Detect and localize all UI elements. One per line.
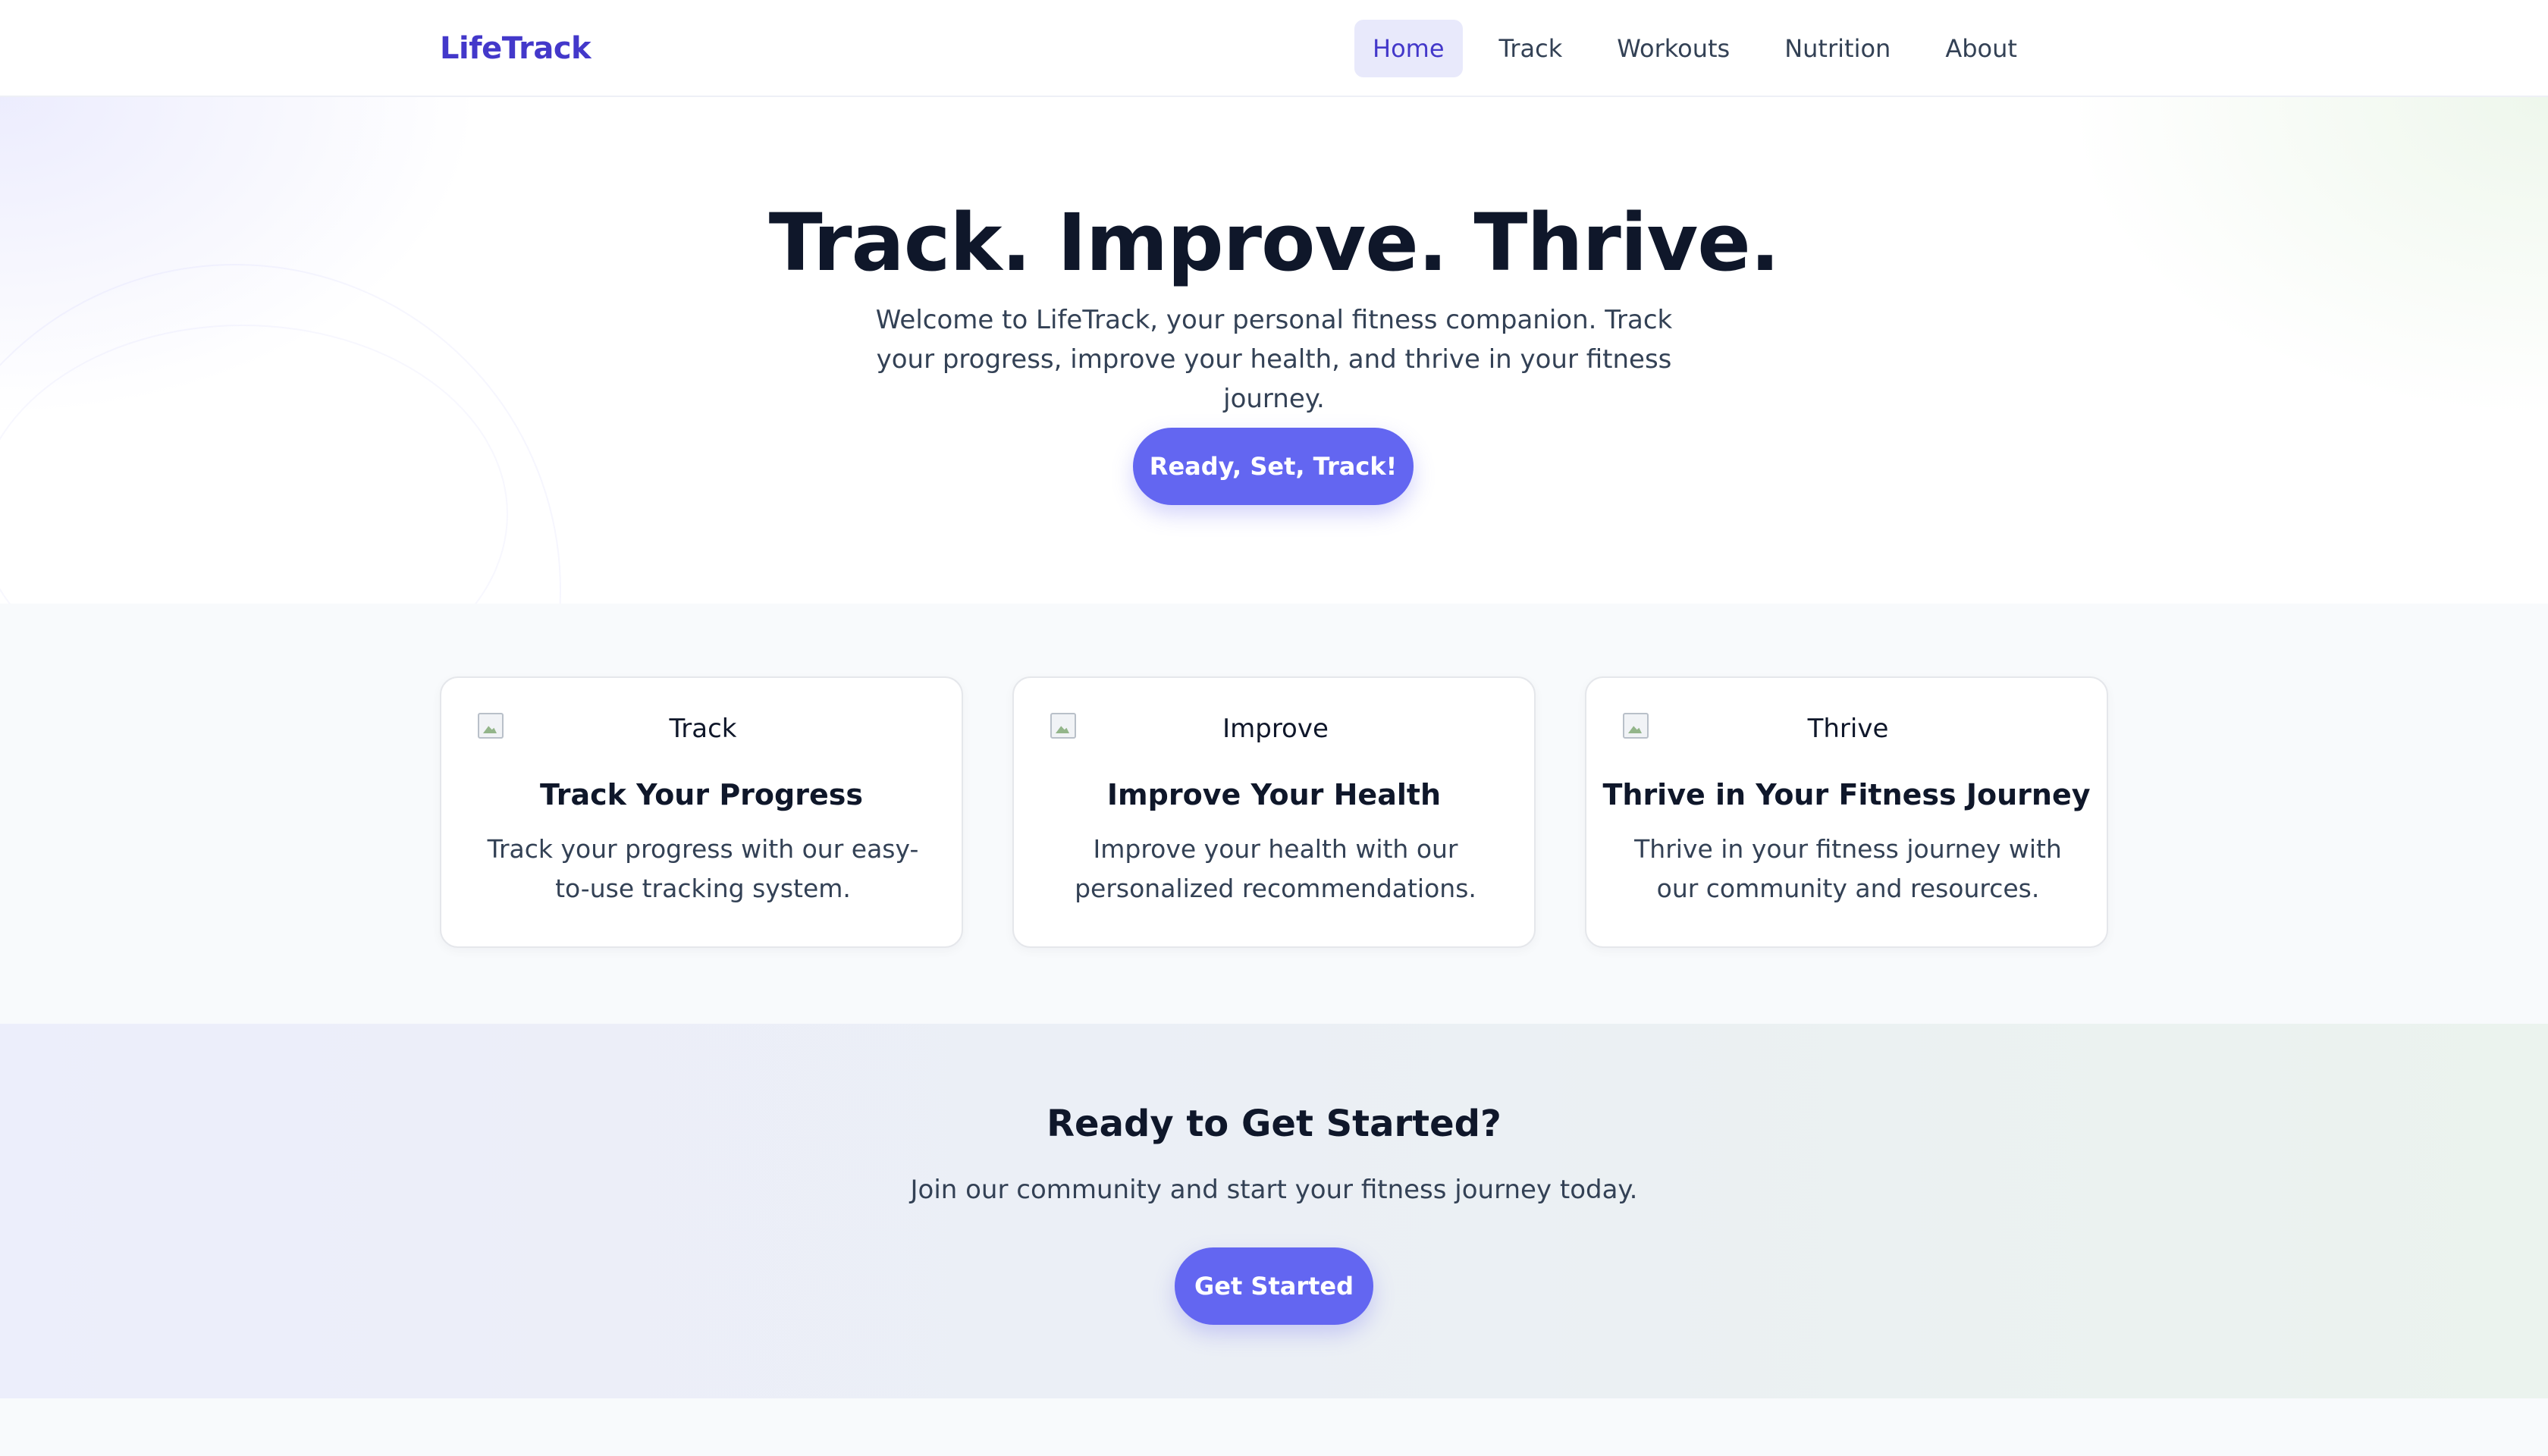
feature-card-track: Track Track Your Progress Track your pro…	[440, 676, 963, 948]
broken-image-icon	[1623, 713, 1649, 739]
feature-card-improve: Improve Improve Your Health Improve your…	[1012, 676, 1536, 948]
feature-text: Improve your health with our personalize…	[1075, 834, 1476, 903]
feature-image-track: Track	[478, 713, 928, 745]
feature-image-alt: Thrive	[1807, 714, 1889, 744]
features-section: Track Track Your Progress Track your pro…	[0, 604, 2548, 1024]
feature-image-alt: Track	[669, 714, 737, 744]
broken-image-icon	[478, 713, 504, 739]
nav-item-home[interactable]: Home	[1354, 20, 1463, 77]
site-header: LifeTrack Home Track Workouts Nutrition …	[0, 0, 2548, 97]
nav-item-track[interactable]: Track	[1481, 20, 1581, 77]
footer-strip	[0, 1398, 2548, 1456]
broken-image-icon	[1050, 713, 1076, 739]
ready-set-track-button[interactable]: Ready, Set, Track!	[1133, 428, 1414, 505]
feature-title: Track Your Progress	[540, 778, 863, 811]
feature-text: Thrive in your fitness journey with our …	[1634, 834, 2062, 903]
cta-section: Ready to Get Started? Join our community…	[0, 1024, 2548, 1398]
nav-item-workouts[interactable]: Workouts	[1599, 20, 1748, 77]
feature-image-improve: Improve	[1050, 713, 1501, 745]
feature-title: Improve Your Health	[1106, 778, 1442, 811]
hero-subtitle: Welcome to LifeTrack, your personal fitn…	[875, 305, 1673, 414]
cta-subtitle: Join our community and start your fitnes…	[910, 1175, 1638, 1205]
nav-item-about[interactable]: About	[1927, 20, 2035, 77]
hero-section: Track. Improve. Thrive. Welcome to LifeT…	[0, 97, 2548, 604]
hero-title: Track. Improve. Thrive.	[768, 196, 1781, 289]
logo[interactable]: LifeTrack	[440, 0, 592, 97]
feature-text: Track your progress with our easy-to-use…	[487, 834, 919, 903]
nav-item-nutrition[interactable]: Nutrition	[1766, 20, 1909, 77]
get-started-button[interactable]: Get Started	[1175, 1247, 1373, 1325]
feature-image-alt: Improve	[1222, 714, 1329, 744]
cta-title: Ready to Get Started?	[1046, 1103, 1502, 1145]
feature-card-thrive: Thrive Thrive in Your Fitness Journey Th…	[1585, 676, 2108, 948]
feature-image-thrive: Thrive	[1623, 713, 2073, 745]
feature-title: Thrive in Your Fitness Journey	[1602, 778, 2091, 811]
main-nav: Home Track Workouts Nutrition About	[1354, 20, 2035, 77]
